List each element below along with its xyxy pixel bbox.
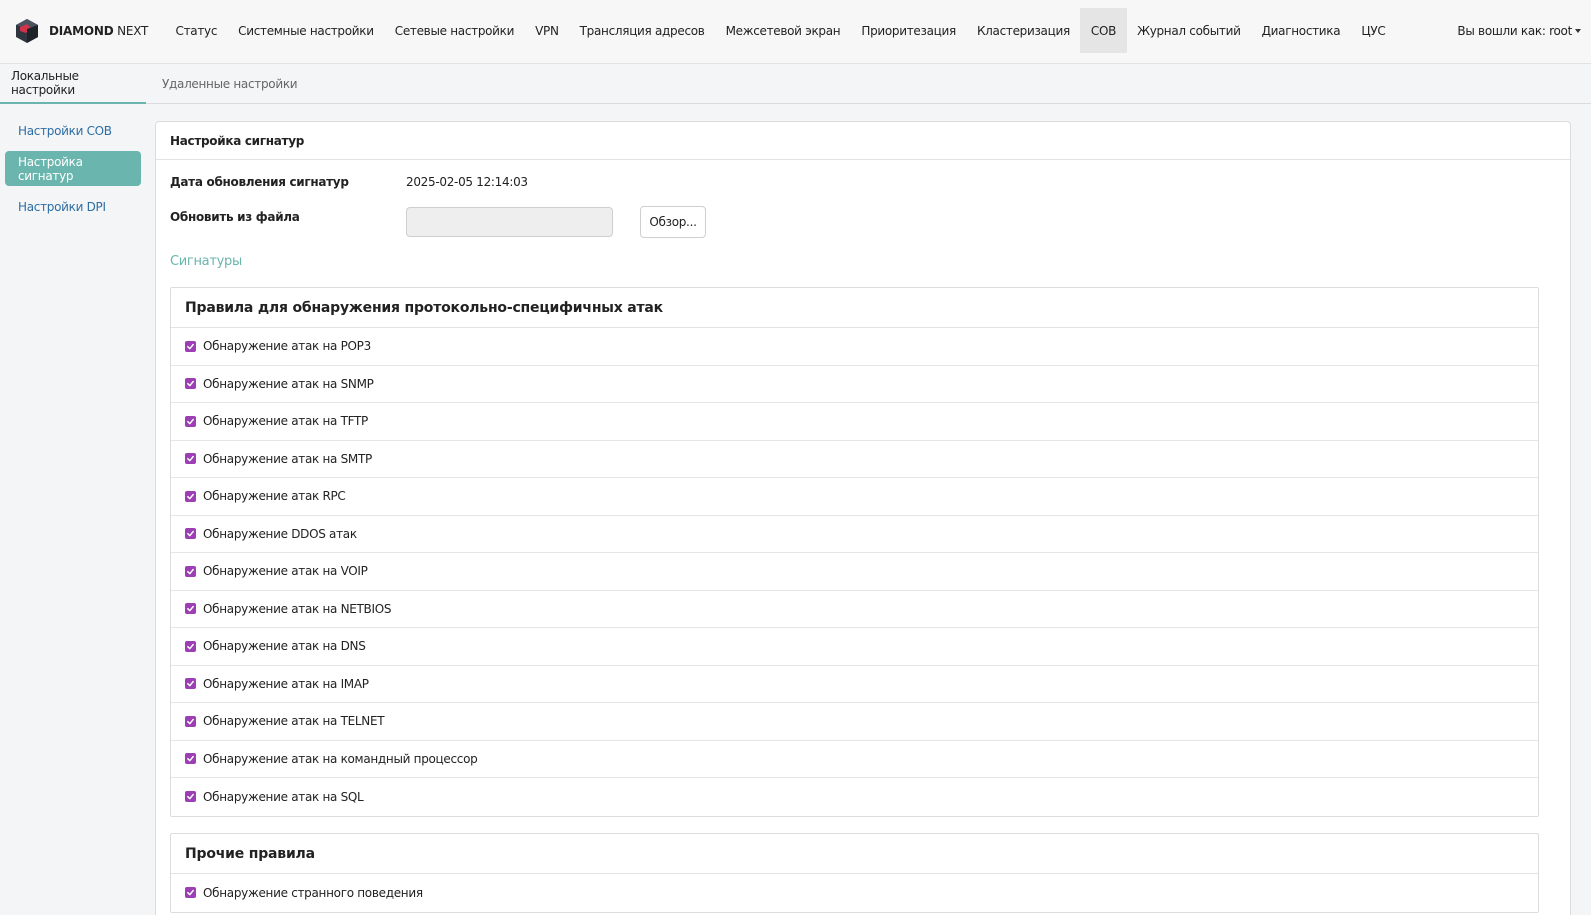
check-icon: [187, 756, 194, 762]
rule-label[interactable]: Обнаружение атак на командный процессор: [203, 752, 478, 766]
rule-label[interactable]: Обнаружение атак на NETBIOS: [203, 602, 392, 616]
nav-item[interactable]: ЦУС: [1351, 8, 1396, 53]
panel-title: Настройка сигнатур: [156, 122, 1570, 160]
rule-label[interactable]: Обнаружение атак на TELNET: [203, 714, 385, 728]
user-menu-label: Вы вошли как: root: [1457, 23, 1572, 38]
caret-down-icon: [1575, 28, 1581, 33]
nav-item[interactable]: Сетевые настройки: [384, 8, 524, 53]
rule-label[interactable]: Обнаружение атак на SNMP: [203, 377, 374, 391]
rule-label[interactable]: Обнаружение атак на SQL: [203, 790, 364, 804]
rule-row: Обнаружение DDOS атак: [171, 516, 1538, 553]
rule-checkbox[interactable]: [185, 453, 196, 465]
check-icon: [187, 418, 194, 425]
nav-item[interactable]: Системные настройки: [228, 8, 385, 53]
rule-label[interactable]: Обнаружение странного поведения: [203, 886, 423, 900]
rule-row: Обнаружение атак на TFTP: [171, 403, 1538, 441]
browse-button[interactable]: Обзор...: [640, 206, 706, 238]
check-icon: [187, 890, 194, 896]
update-from-file-label: Обновить из файла: [170, 210, 300, 224]
main-nav: Статус Системные настройки Сетевые настрой…: [165, 8, 1396, 53]
other-rules-group: Прочие правила Обнаружение странного пов…: [170, 833, 1539, 913]
nav-item[interactable]: Трансляция адресов: [569, 8, 715, 53]
rule-checkbox[interactable]: [185, 340, 196, 352]
sidebar-item-dpi-settings[interactable]: Настройки DPI: [5, 189, 141, 224]
signature-settings-panel: Настройка сигнатур Дата обновления сигна…: [155, 121, 1571, 915]
check-icon: [187, 794, 194, 800]
nav-item[interactable]: VPN: [525, 8, 570, 53]
nav-item[interactable]: Диагностика: [1251, 8, 1351, 53]
check-icon: [187, 681, 194, 687]
rule-checkbox[interactable]: [185, 490, 196, 502]
rule-checkbox[interactable]: [185, 640, 196, 652]
rule-row: Обнаружение атак на IMAP: [171, 666, 1538, 703]
check-icon: [187, 343, 194, 350]
nav-item[interactable]: Кластеризация: [966, 8, 1080, 53]
rule-checkbox[interactable]: [185, 887, 196, 899]
rule-label[interactable]: Обнаружение атак на TFTP: [203, 414, 368, 428]
protocol-attack-rules-group: Правила для обнаружения протокольно-спец…: [170, 287, 1539, 817]
rule-label[interactable]: Обнаружение атак на VOIP: [203, 564, 368, 578]
tab-remote-settings[interactable]: Удаленные настройки: [162, 64, 298, 104]
rule-checkbox[interactable]: [185, 715, 196, 727]
sidebar-item-ids-settings[interactable]: Настройки СОВ: [5, 113, 141, 148]
rule-row: Обнаружение атак на POP3: [171, 328, 1538, 366]
check-icon: [187, 643, 194, 650]
settings-subtabs: Локальные настройки Удаленные настройки: [0, 64, 1591, 104]
nav-item[interactable]: Приоритезация: [851, 8, 967, 53]
rule-row: Обнаружение атак на SMTP: [171, 441, 1538, 478]
nav-item[interactable]: Журнал событий: [1127, 8, 1252, 53]
rule-row: Обнаружение атак на DNS: [171, 628, 1538, 666]
rule-row: Обнаружение атак на NETBIOS: [171, 591, 1538, 628]
group-title: Прочие правила: [171, 834, 1538, 874]
rule-checkbox[interactable]: [185, 415, 196, 427]
rule-checkbox[interactable]: [185, 753, 196, 765]
nav-item[interactable]: Статус: [165, 8, 228, 53]
check-icon: [187, 493, 194, 500]
group-title: Правила для обнаружения протокольно-спец…: [171, 288, 1538, 328]
rule-row: Обнаружение атак на VOIP: [171, 553, 1538, 591]
nav-item[interactable]: СОВ: [1080, 8, 1127, 53]
check-icon: [187, 531, 194, 537]
rule-label[interactable]: Обнаружение атак на POP3: [203, 339, 371, 353]
rule-label[interactable]: Обнаружение атак на DNS: [203, 639, 366, 653]
check-icon: [187, 718, 194, 725]
check-icon: [187, 381, 194, 387]
rule-checkbox[interactable]: [185, 678, 196, 690]
top-navbar: DIAMOND NEXT Статус Системные настройки Се…: [0, 0, 1591, 64]
rule-row: Обнаружение атак на командный процессор: [171, 741, 1538, 778]
rule-checkbox[interactable]: [185, 378, 196, 390]
brand-name-light: NEXT: [117, 24, 149, 38]
rule-label[interactable]: Обнаружение DDOS атак: [203, 527, 357, 541]
rule-checkbox[interactable]: [185, 603, 196, 615]
diamond-logo-icon: [16, 19, 38, 43]
tab-local-settings[interactable]: Локальные настройки: [0, 64, 146, 104]
check-icon: [187, 456, 194, 462]
check-icon: [187, 568, 194, 575]
rule-row: Обнаружение странного поведения: [171, 874, 1538, 912]
brand-name: DIAMOND NEXT: [49, 24, 148, 38]
rule-row: Обнаружение атак на TELNET: [171, 703, 1538, 741]
brand-name-bold: DIAMOND: [49, 24, 114, 38]
user-menu[interactable]: Вы вошли как: root: [1457, 8, 1581, 53]
rule-row: Обнаружение атак RPC: [171, 478, 1538, 516]
rule-label[interactable]: Обнаружение атак RPC: [203, 489, 346, 503]
nav-item[interactable]: Межсетевой экран: [715, 8, 851, 53]
rule-row: Обнаружение атак на SQL: [171, 778, 1538, 816]
signature-date-label: Дата обновления сигнатур: [170, 175, 349, 189]
rule-checkbox[interactable]: [185, 528, 196, 540]
rule-label[interactable]: Обнаружение атак на SMTP: [203, 452, 372, 466]
check-icon: [187, 606, 194, 612]
rule-label[interactable]: Обнаружение атак на IMAP: [203, 677, 369, 691]
rule-checkbox[interactable]: [185, 565, 196, 577]
file-path-input[interactable]: [406, 207, 613, 237]
signature-date-value: 2025-02-05 12:14:03: [406, 175, 528, 189]
signatures-section-title: Сигнатуры: [170, 254, 242, 269]
rule-row: Обнаружение атак на SNMP: [171, 366, 1538, 403]
rule-checkbox[interactable]: [185, 791, 196, 803]
sidebar-item-signature-settings[interactable]: Настройка сигнатур: [5, 151, 141, 186]
brand[interactable]: DIAMOND NEXT: [14, 16, 148, 46]
